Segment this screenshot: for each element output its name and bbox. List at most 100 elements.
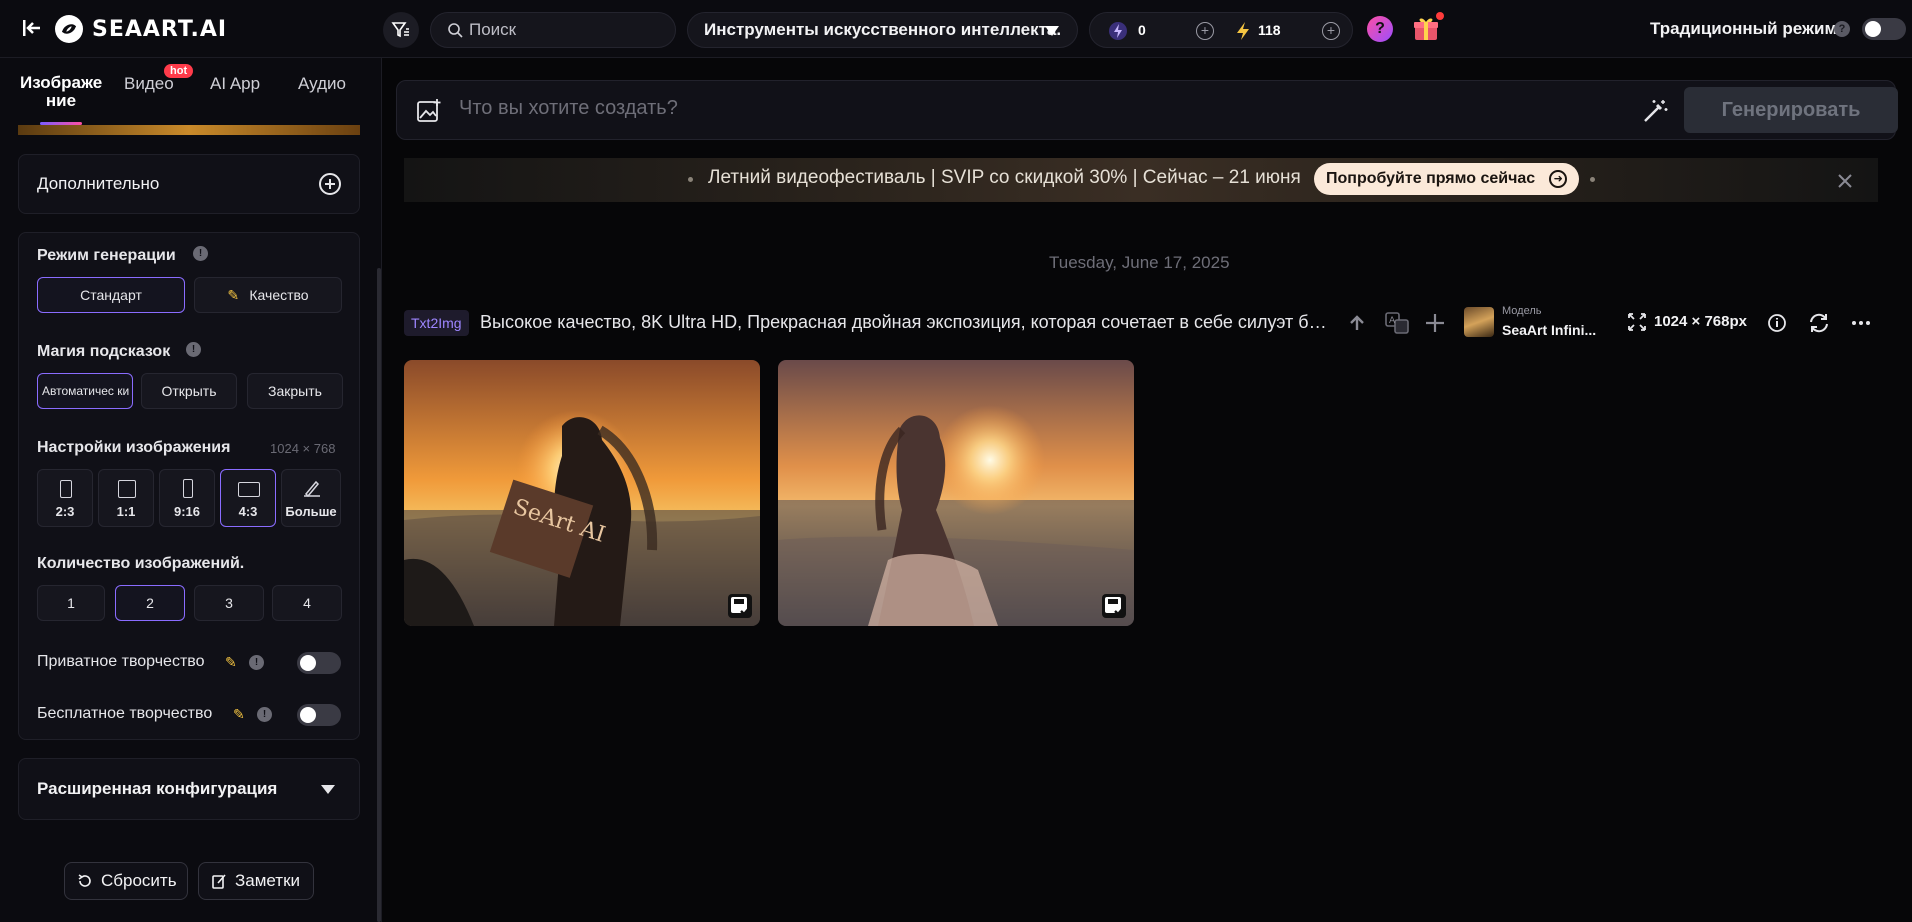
info-icon[interactable]: ! bbox=[257, 707, 272, 722]
reset-icon bbox=[78, 874, 91, 887]
ratio-1-1[interactable]: 1:1 bbox=[98, 469, 154, 527]
ratio-label: 2:3 bbox=[55, 504, 75, 519]
close-icon[interactable] bbox=[1834, 170, 1856, 192]
left-sidebar: Изображе ние Видео hot AI App Аудио Допо… bbox=[0, 58, 382, 922]
task-prompt-text[interactable]: Высокое качество, 8K Ultra HD, Прекрасна… bbox=[480, 312, 1328, 333]
ratio-label: 1:1 bbox=[116, 504, 136, 519]
help-icon[interactable]: ? bbox=[1367, 16, 1393, 42]
top-header: SEAART.AI Инструменты искусственного инт… bbox=[0, 0, 1912, 58]
add-energy-icon[interactable]: + bbox=[1196, 22, 1214, 40]
traditional-mode-toggle[interactable] bbox=[1862, 18, 1906, 40]
generated-image-2[interactable] bbox=[778, 360, 1134, 626]
gen-mode-standard[interactable]: Стандарт bbox=[37, 277, 185, 313]
private-creation-label: Приватное творчество bbox=[37, 653, 205, 670]
prompt-magic-open[interactable]: Открыть bbox=[141, 373, 237, 409]
generation-settings-card: Режим генерации ! Стандарт ✎ Качество Ма… bbox=[18, 232, 360, 740]
image-count-3[interactable]: 3 bbox=[194, 585, 264, 621]
add-lightning-icon[interactable]: + bbox=[1322, 22, 1340, 40]
gen-mode-quality[interactable]: ✎ Качество bbox=[194, 277, 342, 313]
promo-text: Летний видеофестиваль | SVIP со скидкой … bbox=[708, 167, 1301, 188]
promo-try-button[interactable]: Попробуйте прямо сейчас ➜ bbox=[1314, 163, 1580, 195]
reset-label: Сбросить bbox=[101, 871, 177, 890]
save-to-collection-icon[interactable] bbox=[1102, 594, 1126, 618]
model-name[interactable]: SeaArt Infini... bbox=[1502, 322, 1596, 338]
notification-dot bbox=[1436, 12, 1444, 20]
chevron-down-icon bbox=[321, 785, 335, 794]
regenerate-icon[interactable] bbox=[1806, 310, 1832, 336]
generated-image-1[interactable]: SeArt AI bbox=[404, 360, 760, 626]
traditional-mode-label: Традиционный режим bbox=[1650, 19, 1838, 38]
arrow-right-icon: ➜ bbox=[1549, 170, 1568, 188]
tab-video[interactable]: Видео bbox=[124, 74, 174, 94]
promo-try-label: Попробуйте прямо сейчас bbox=[1326, 170, 1536, 187]
prompt-magic-label: Магия подсказок bbox=[37, 343, 171, 360]
prompt-magic-close[interactable]: Закрыть bbox=[247, 373, 343, 409]
ai-tools-dropdown[interactable]: Инструменты искусственного интеллекта. bbox=[687, 12, 1078, 48]
generate-button[interactable]: Генерировать bbox=[1684, 87, 1898, 133]
filter-button[interactable] bbox=[383, 12, 419, 48]
add-icon[interactable] bbox=[1422, 310, 1448, 336]
logo-text: SEAART.AI bbox=[92, 16, 228, 42]
tab-audio[interactable]: Аудио bbox=[298, 74, 346, 94]
sidebar-scrollbar[interactable] bbox=[377, 268, 381, 922]
credits-panel: 0 + 118 + bbox=[1089, 12, 1353, 48]
ratio-9-16[interactable]: 9:16 bbox=[159, 469, 215, 527]
ratio-4-3[interactable]: 4:3 bbox=[220, 469, 276, 527]
lightning-count: 118 bbox=[1258, 22, 1281, 38]
media-tabs: Изображе ние Видео hot AI App Аудио bbox=[0, 58, 382, 128]
pencil-ruler-icon bbox=[304, 480, 320, 498]
additional-label: Дополнительно bbox=[37, 174, 160, 193]
seaart-logo[interactable]: SEAART.AI bbox=[54, 14, 227, 44]
svg-text:A: A bbox=[1389, 316, 1396, 326]
image-count-1[interactable]: 1 bbox=[37, 585, 105, 621]
image-settings-label: Настройки изображения bbox=[37, 439, 231, 456]
info-icon[interactable]: ! bbox=[193, 246, 208, 261]
image-count-2[interactable]: 2 bbox=[115, 585, 185, 621]
question-icon[interactable]: ? bbox=[1834, 21, 1850, 37]
seaart-logo-icon bbox=[55, 15, 83, 43]
notes-label: Заметки bbox=[235, 871, 301, 890]
ratio-more[interactable]: Больше bbox=[281, 469, 341, 527]
landscape-icon bbox=[238, 482, 260, 497]
tab-ai-app[interactable]: AI App bbox=[210, 74, 260, 94]
more-options-icon[interactable] bbox=[1848, 310, 1874, 336]
search-input[interactable] bbox=[469, 20, 669, 40]
image-upload-icon[interactable] bbox=[415, 97, 443, 125]
gen-mode-label: Режим генерации bbox=[37, 247, 176, 264]
task-type-tag: Txt2Img bbox=[404, 310, 469, 336]
free-creation-toggle[interactable] bbox=[297, 704, 341, 726]
vip-wand-icon: ✎ bbox=[225, 654, 237, 670]
search-box[interactable] bbox=[430, 12, 676, 48]
save-to-collection-icon[interactable] bbox=[728, 594, 752, 618]
reset-button[interactable]: Сбросить bbox=[64, 862, 188, 900]
prompt-bar: Генерировать bbox=[396, 80, 1898, 140]
info-icon[interactable]: ! bbox=[249, 655, 264, 670]
tall-portrait-icon bbox=[183, 479, 193, 498]
upload-arrow-icon[interactable] bbox=[1344, 310, 1370, 336]
tab-image[interactable]: Изображе ние bbox=[20, 74, 102, 110]
info-icon[interactable] bbox=[1764, 310, 1790, 336]
sunset-woman-sign-image: SeArt AI bbox=[404, 360, 760, 626]
info-icon[interactable]: ! bbox=[186, 342, 201, 357]
model-thumbnail[interactable] bbox=[1464, 307, 1494, 337]
translate-icon[interactable]: A bbox=[1384, 310, 1410, 336]
image-count-4[interactable]: 4 bbox=[272, 585, 342, 621]
private-creation-toggle[interactable] bbox=[297, 652, 341, 674]
model-label: Модель bbox=[1502, 305, 1542, 317]
magic-wand-icon[interactable] bbox=[1641, 97, 1669, 125]
prompt-magic-auto[interactable]: Автоматичес ки bbox=[37, 373, 133, 409]
lightning-icon bbox=[1237, 22, 1249, 40]
collapse-sidebar-icon[interactable] bbox=[20, 16, 44, 40]
vip-wand-icon: ✎ bbox=[227, 287, 240, 303]
add-circle-icon[interactable] bbox=[319, 173, 341, 195]
ratio-label: 9:16 bbox=[173, 504, 201, 519]
prompt-input[interactable] bbox=[459, 97, 1559, 120]
notes-button[interactable]: Заметки bbox=[198, 862, 314, 900]
vip-wand-icon: ✎ bbox=[233, 706, 245, 722]
energy-count: 0 bbox=[1138, 22, 1146, 38]
additional-card[interactable]: Дополнительно bbox=[18, 154, 360, 214]
ratio-2-3[interactable]: 2:3 bbox=[37, 469, 93, 527]
image-size-text: 1024 × 768px bbox=[1654, 313, 1747, 330]
advanced-config-card[interactable]: Расширенная конфигурация bbox=[18, 758, 360, 820]
filter-icon bbox=[391, 22, 409, 38]
